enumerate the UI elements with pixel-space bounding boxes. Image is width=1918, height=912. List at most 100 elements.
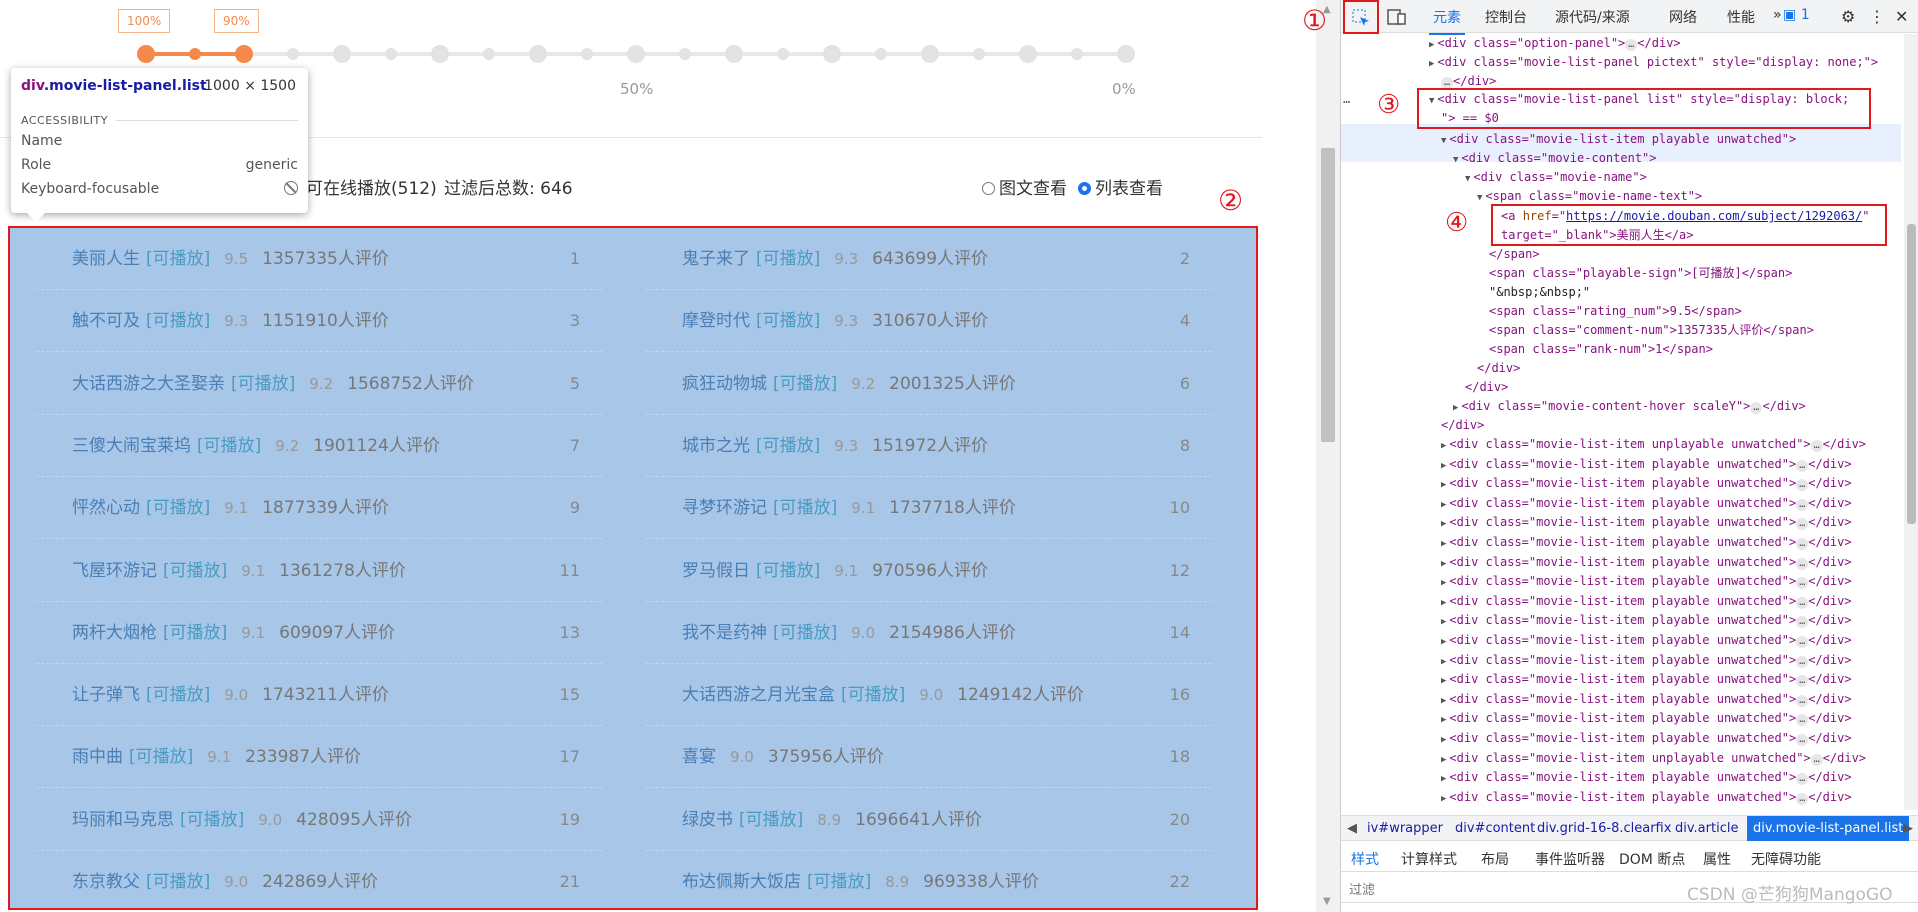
dom-node[interactable]: ▶<div class="movie-list-item playable un… (1441, 729, 1852, 748)
view-list-option[interactable]: 列表查看 (1078, 174, 1163, 199)
dom-node[interactable]: ▶<div class="movie-list-item playable un… (1441, 572, 1852, 591)
tab-layout[interactable]: 布局 (1481, 849, 1509, 869)
movie-name-link[interactable]: 布达佩斯大饭店 (682, 872, 801, 892)
tab-event-listeners[interactable]: 事件监听器 (1535, 849, 1605, 869)
slider-dot[interactable] (581, 48, 593, 60)
dom-node[interactable]: ▼ <div class="movie-name"> (1465, 168, 1647, 187)
movie-name-link[interactable]: 疯狂动物城 (682, 374, 767, 394)
radio-checked-icon[interactable] (1078, 182, 1091, 195)
movie-list-item[interactable]: 疯狂动物城 [可播放] 9.2 2001325人评价 6 (646, 353, 1212, 415)
slider-dot[interactable] (1019, 45, 1037, 63)
movie-list-item[interactable]: 摩登时代 [可播放] 9.3 310670人评价 4 (646, 290, 1212, 353)
dom-node[interactable]: ▶<div class="movie-list-item playable un… (1441, 611, 1852, 630)
slider-dot[interactable] (287, 48, 299, 60)
dom-scrollbar-thumb[interactable] (1907, 224, 1916, 524)
movie-name-link[interactable]: 喜宴 (682, 747, 716, 767)
view-pictext-option[interactable]: 图文查看 (982, 174, 1067, 199)
slider-dot[interactable] (679, 48, 691, 60)
more-tabs-icon[interactable]: » (1773, 7, 1782, 23)
tab-computed[interactable]: 计算样式 (1401, 849, 1457, 869)
online-play-filter[interactable]: 可在线播放(512) (306, 174, 437, 199)
dom-node[interactable]: ▶<div class="movie-list-item playable un… (1441, 768, 1852, 787)
movie-list-item[interactable]: 怦然心动 [可播放] 9.1 1877339人评价 9 (36, 477, 602, 540)
breadcrumb-right-icon[interactable]: ▶ (1903, 821, 1913, 836)
slider-dot[interactable] (973, 48, 985, 60)
dom-node[interactable]: <span class="rating_num">9.5</span> (1489, 302, 1742, 321)
messages-badge[interactable]: ▣ 1 (1783, 7, 1810, 23)
radio-icon[interactable] (982, 182, 995, 195)
breadcrumb-item[interactable]: div.article (1675, 821, 1738, 836)
movie-name-link[interactable]: 大话西游之月光宝盒 (682, 685, 835, 705)
dom-node[interactable]: ▼ <div class="movie-content"> (1453, 149, 1657, 168)
tab-performance[interactable]: 性能 (1727, 7, 1755, 27)
dom-node[interactable]: ▶ <div class="movie-list-panel pictext" s… (1429, 53, 1878, 72)
movie-name-link[interactable]: 罗马假日 (682, 561, 750, 581)
tab-sources[interactable]: 源代码/来源 (1555, 7, 1630, 27)
dom-node[interactable]: <span class="comment-num">1357335人评价</sp… (1489, 321, 1814, 340)
slider-dot[interactable] (235, 45, 253, 63)
movie-list-item[interactable]: 大话西游之大圣娶亲 [可播放] 9.2 1568752人评价 5 (36, 353, 602, 415)
slider-dot[interactable] (823, 45, 841, 63)
movie-name-link[interactable]: 鬼子来了 (682, 249, 750, 269)
close-icon[interactable]: ✕ (1895, 7, 1908, 26)
slider-dot[interactable] (1071, 48, 1083, 60)
slider-dot[interactable] (921, 45, 939, 63)
slider-dot[interactable] (627, 45, 645, 63)
movie-list-item[interactable]: 触不可及 [可播放] 9.3 1151910人评价 3 (36, 290, 602, 353)
dom-node[interactable]: <span class="playable-sign">[可播放]</span> (1489, 264, 1792, 283)
breadcrumb-item[interactable]: div.grid-16-8.clearfix (1537, 821, 1671, 836)
movie-list-item[interactable]: 东京教父 [可播放] 9.0 242869人评价 21 (36, 851, 602, 908)
slider-dot[interactable] (1117, 45, 1135, 63)
breadcrumb-current[interactable]: div.movie-list-panel.list (1747, 816, 1910, 841)
movie-list-item[interactable]: 美丽人生 [可播放] 9.5 1357335人评价 1 (36, 228, 602, 290)
movie-name-link[interactable]: 美丽人生 (72, 249, 140, 269)
movie-name-link[interactable]: 城市之光 (682, 436, 750, 456)
dom-node[interactable]: ▶<div class="movie-list-item playable un… (1441, 533, 1852, 552)
movie-list-item[interactable]: 玛丽和马克思 [可播放] 9.0 428095人评价 19 (36, 789, 602, 851)
slider-dot[interactable] (189, 48, 201, 60)
dom-node[interactable]: ▶<div class="movie-list-item playable un… (1441, 631, 1852, 650)
inspect-element-icon[interactable] (1343, 0, 1379, 34)
dom-node[interactable]: ▶<div class="movie-list-item playable un… (1441, 455, 1852, 474)
tab-accessibility[interactable]: 无障碍功能 (1751, 849, 1821, 869)
movie-name-link[interactable]: 我不是药神 (682, 623, 767, 643)
movie-name-link[interactable]: 让子弹飞 (72, 685, 140, 705)
dom-node[interactable]: ▶ <div class="movie-list-item unplayable … (1441, 435, 1866, 454)
movie-list-item[interactable]: 大话西游之月光宝盒 [可播放] 9.0 1249142人评价 16 (646, 664, 1212, 727)
slider-dot[interactable] (431, 45, 449, 63)
breadcrumb-item[interactable]: div#content (1455, 821, 1535, 836)
tab-dom-breakpoints[interactable]: DOM 断点 (1619, 849, 1685, 869)
movie-list-item[interactable]: 我不是药神 [可播放] 9.0 2154986人评价 14 (646, 602, 1212, 664)
dom-node[interactable]: ▶<div class="movie-list-item playable un… (1441, 474, 1852, 493)
dom-node[interactable]: ▶<div class="movie-list-item playable un… (1441, 670, 1852, 689)
movie-name-link[interactable]: 大话西游之大圣娶亲 (72, 374, 225, 394)
movie-list-item[interactable]: 喜宴 9.0 375956人评价 18 (646, 726, 1212, 789)
tab-network[interactable]: 网络 (1669, 7, 1697, 27)
movie-list-item[interactable]: 布达佩斯大饭店 [可播放] 8.9 969338人评价 22 (646, 851, 1212, 908)
movie-name-link[interactable]: 东京教父 (72, 872, 140, 892)
breadcrumb-left-icon[interactable]: ◀ (1347, 821, 1357, 836)
movie-list-item[interactable]: 绿皮书 [可播放] 8.9 1696641人评价 20 (646, 789, 1212, 851)
settings-gear-icon[interactable]: ⚙ (1841, 7, 1855, 26)
movie-name-link[interactable]: 摩登时代 (682, 311, 750, 331)
movie-list-item[interactable]: 雨中曲 [可播放] 9.1 233987人评价 17 (36, 726, 602, 789)
movie-list-item[interactable]: 罗马假日 [可播放] 9.1 970596人评价 12 (646, 540, 1212, 602)
slider-dot[interactable] (385, 48, 397, 60)
dom-node[interactable]: ▶<div class="movie-list-item playable un… (1441, 651, 1852, 670)
node-actions-icon[interactable]: … (1343, 90, 1350, 109)
movie-name-link[interactable]: 雨中曲 (72, 747, 123, 767)
movie-list-item[interactable]: 两杆大烟枪 [可播放] 9.1 609097人评价 13 (36, 602, 602, 664)
dom-node[interactable]: ▶ <div class="option-panel">… </div> (1429, 34, 1681, 53)
movie-name-link[interactable]: 两杆大烟枪 (72, 623, 157, 643)
dom-scrollbar[interactable] (1904, 34, 1918, 810)
dom-node[interactable]: ▶<div class="movie-list-item playable un… (1441, 513, 1852, 532)
more-menu-icon[interactable]: ⋮ (1869, 7, 1885, 26)
dom-node[interactable]: ▶<div class="movie-list-item playable un… (1441, 807, 1851, 810)
tab-properties[interactable]: 属性 (1703, 849, 1731, 869)
movie-list-item[interactable]: 飞屋环游记 [可播放] 9.1 1361278人评价 11 (36, 540, 602, 602)
dom-node[interactable]: ▶<div class="movie-list-item playable un… (1441, 592, 1852, 611)
slider-dot[interactable] (725, 45, 743, 63)
dom-node[interactable]: ▶<div class="movie-list-item playable un… (1441, 553, 1852, 572)
tab-styles[interactable]: 样式 (1351, 849, 1379, 869)
device-toolbar-icon[interactable] (1387, 8, 1407, 30)
